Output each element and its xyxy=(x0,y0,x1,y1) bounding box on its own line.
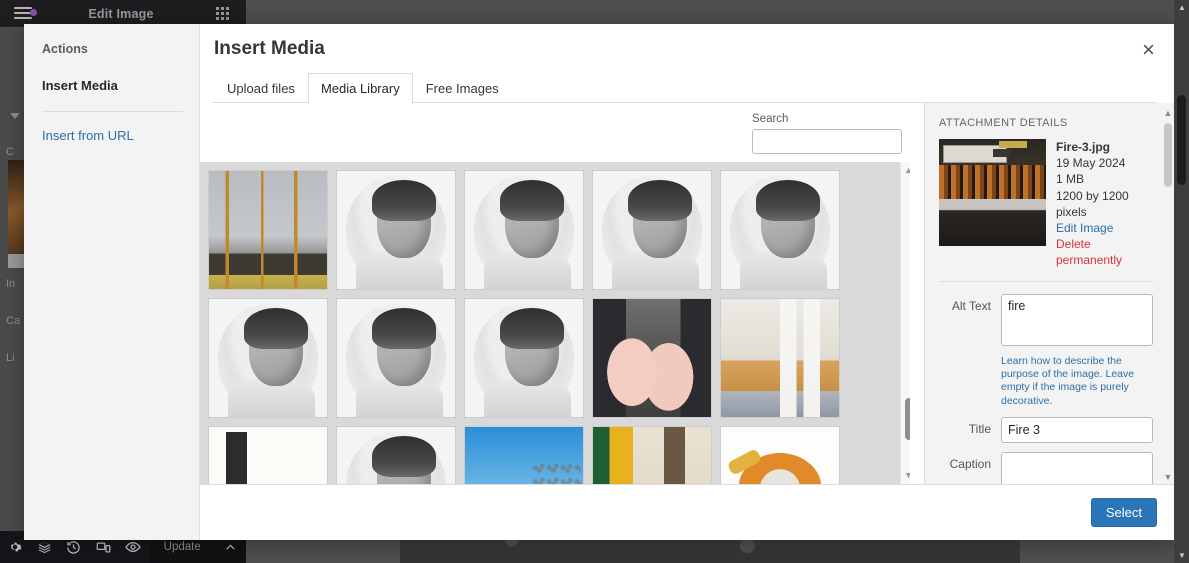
media-item-pink-sneakers[interactable] xyxy=(592,298,712,418)
scrollbar-track[interactable] xyxy=(905,178,910,468)
grid-apps-icon[interactable] xyxy=(216,6,230,21)
media-item-portrait-7[interactable] xyxy=(464,298,584,418)
attachment-summary: Fire-3.jpg 19 May 2024 1 MB 1200 by 1200… xyxy=(939,139,1153,269)
attachment-date: 19 May 2024 xyxy=(1056,156,1126,171)
media-item-portrait-6[interactable] xyxy=(336,298,456,418)
panel-collapse-caret-icon xyxy=(10,113,20,119)
scroll-up-arrow-icon[interactable]: ▲ xyxy=(904,162,910,179)
media-item-portrait-2[interactable] xyxy=(464,170,584,290)
bg-label-3: Li xyxy=(6,352,15,364)
title-field-row: Title xyxy=(939,417,1153,444)
search-box: Search xyxy=(752,113,902,154)
search-input[interactable] xyxy=(752,129,902,154)
browser-scrollbar[interactable]: ▲ ▼ xyxy=(1174,0,1189,563)
tab-upload-files[interactable]: Upload files xyxy=(214,73,308,104)
scrollbar-thumb[interactable] xyxy=(905,398,910,441)
sidebar-divider xyxy=(42,111,183,112)
editor-title: Edit Image xyxy=(88,6,154,21)
media-grid-row xyxy=(208,170,902,290)
sidebar-heading: Actions xyxy=(42,42,88,56)
bg-label-1: In xyxy=(6,278,16,290)
attachment-filesize: 1 MB xyxy=(1056,172,1085,187)
bg-label-2: Ca xyxy=(6,315,21,327)
sidebar-item-insert-from-url[interactable]: Insert from URL xyxy=(42,128,183,143)
media-item-portrait-4[interactable] xyxy=(720,170,840,290)
caption-input[interactable] xyxy=(1001,452,1153,484)
search-label: Search xyxy=(752,113,789,125)
attachment-details-panel: ATTACHMENT DETAILS Fire-3.jpg 19 May 202… xyxy=(924,103,1177,484)
attachment-dimensions: 1200 by 1200 pixels xyxy=(1056,188,1129,219)
alt-text-help[interactable]: Learn how to describe the purpose of the… xyxy=(1001,355,1153,409)
bg-label-0: C xyxy=(6,146,14,158)
notification-dot-icon xyxy=(30,9,37,16)
select-button[interactable]: Select xyxy=(1090,498,1157,527)
media-item-blue-sky[interactable] xyxy=(464,426,584,484)
caption-control xyxy=(1001,452,1153,484)
media-grid-column: Search ▲ ▼ xyxy=(200,103,924,484)
modal-footer: Select xyxy=(200,484,1177,540)
modal-sidebar: Actions Insert Media Insert from URL xyxy=(24,24,200,540)
title-control xyxy=(1001,417,1153,444)
media-grid-row xyxy=(208,298,902,418)
details-scrollbar[interactable]: ▲ ▼ xyxy=(1161,109,1175,482)
media-grid-row xyxy=(208,426,902,484)
insert-media-modal: Actions Insert Media Insert from URL Ins… xyxy=(24,24,1177,540)
tab-media-library[interactable]: Media Library xyxy=(307,73,413,104)
scrollbar-thumb[interactable] xyxy=(1164,123,1172,187)
alt-text-control: Learn how to describe the purpose of the… xyxy=(1001,293,1153,409)
attachment-details-heading: ATTACHMENT DETAILS xyxy=(939,117,1068,129)
scroll-up-arrow-icon[interactable]: ▲ xyxy=(1178,3,1186,12)
attachment-filename: Fire-3.jpg xyxy=(1056,140,1111,154)
media-grid-scrollbar[interactable]: ▲ ▼ xyxy=(900,162,910,484)
media-item-portrait-3[interactable] xyxy=(592,170,712,290)
media-item-classroom[interactable] xyxy=(720,298,840,418)
delete-permanently-link[interactable]: Delete permanently xyxy=(1056,236,1153,268)
alt-text-label: Alt Text xyxy=(951,298,991,313)
attachment-thumbnail[interactable] xyxy=(939,139,1046,246)
media-item-colored-dots[interactable] xyxy=(208,426,328,484)
title-label: Title xyxy=(968,422,991,437)
alt-text-input[interactable] xyxy=(1001,293,1153,346)
edit-image-link[interactable]: Edit Image xyxy=(1056,220,1153,236)
scrollbar-thumb[interactable] xyxy=(1177,95,1186,185)
editor-topbar: Edit Image xyxy=(0,0,246,27)
modal-body: Search ▲ ▼ ATTACHMENT DETAILS Fire-3.jpg… xyxy=(200,103,1177,484)
media-item-portrait-5[interactable] xyxy=(208,298,328,418)
caption-label: Caption xyxy=(949,457,991,472)
media-item-playground[interactable] xyxy=(592,426,712,484)
modal-header: Insert Media Upload files Media Library … xyxy=(200,24,1177,104)
modal-frame: Insert Media Upload files Media Library … xyxy=(200,24,1177,540)
media-item-construction-cranes[interactable] xyxy=(208,170,328,290)
scroll-down-arrow-icon[interactable]: ▼ xyxy=(1178,551,1186,560)
scroll-up-arrow-icon[interactable]: ▲ xyxy=(1164,109,1173,118)
media-item-portrait-1[interactable] xyxy=(336,170,456,290)
page-title: Insert Media xyxy=(214,38,325,59)
title-input[interactable] xyxy=(1001,417,1153,444)
hamburger-icon[interactable] xyxy=(14,7,37,20)
scroll-down-arrow-icon[interactable]: ▼ xyxy=(1164,473,1173,482)
details-divider xyxy=(939,280,1153,282)
alt-text-field-row: Alt Text Learn how to describe the purpo… xyxy=(939,293,1153,409)
media-item-portrait-8[interactable] xyxy=(336,426,456,484)
search-row: Search xyxy=(200,103,924,162)
sidebar-item-insert-media[interactable]: Insert Media xyxy=(42,78,183,93)
close-icon[interactable] xyxy=(1133,36,1163,62)
scroll-down-arrow-icon[interactable]: ▼ xyxy=(904,467,910,484)
attachment-meta: Fire-3.jpg 19 May 2024 1 MB 1200 by 1200… xyxy=(1056,139,1153,269)
modal-tabs: Upload files Media Library Free Images xyxy=(214,72,1157,104)
media-grid[interactable]: ▲ ▼ xyxy=(200,162,910,484)
media-grid-rows xyxy=(208,170,902,484)
media-item-food-bowl[interactable] xyxy=(720,426,840,484)
caption-field-row: Caption xyxy=(939,452,1153,484)
scrollbar-track[interactable] xyxy=(1164,123,1172,468)
tab-free-images[interactable]: Free Images xyxy=(413,73,512,104)
